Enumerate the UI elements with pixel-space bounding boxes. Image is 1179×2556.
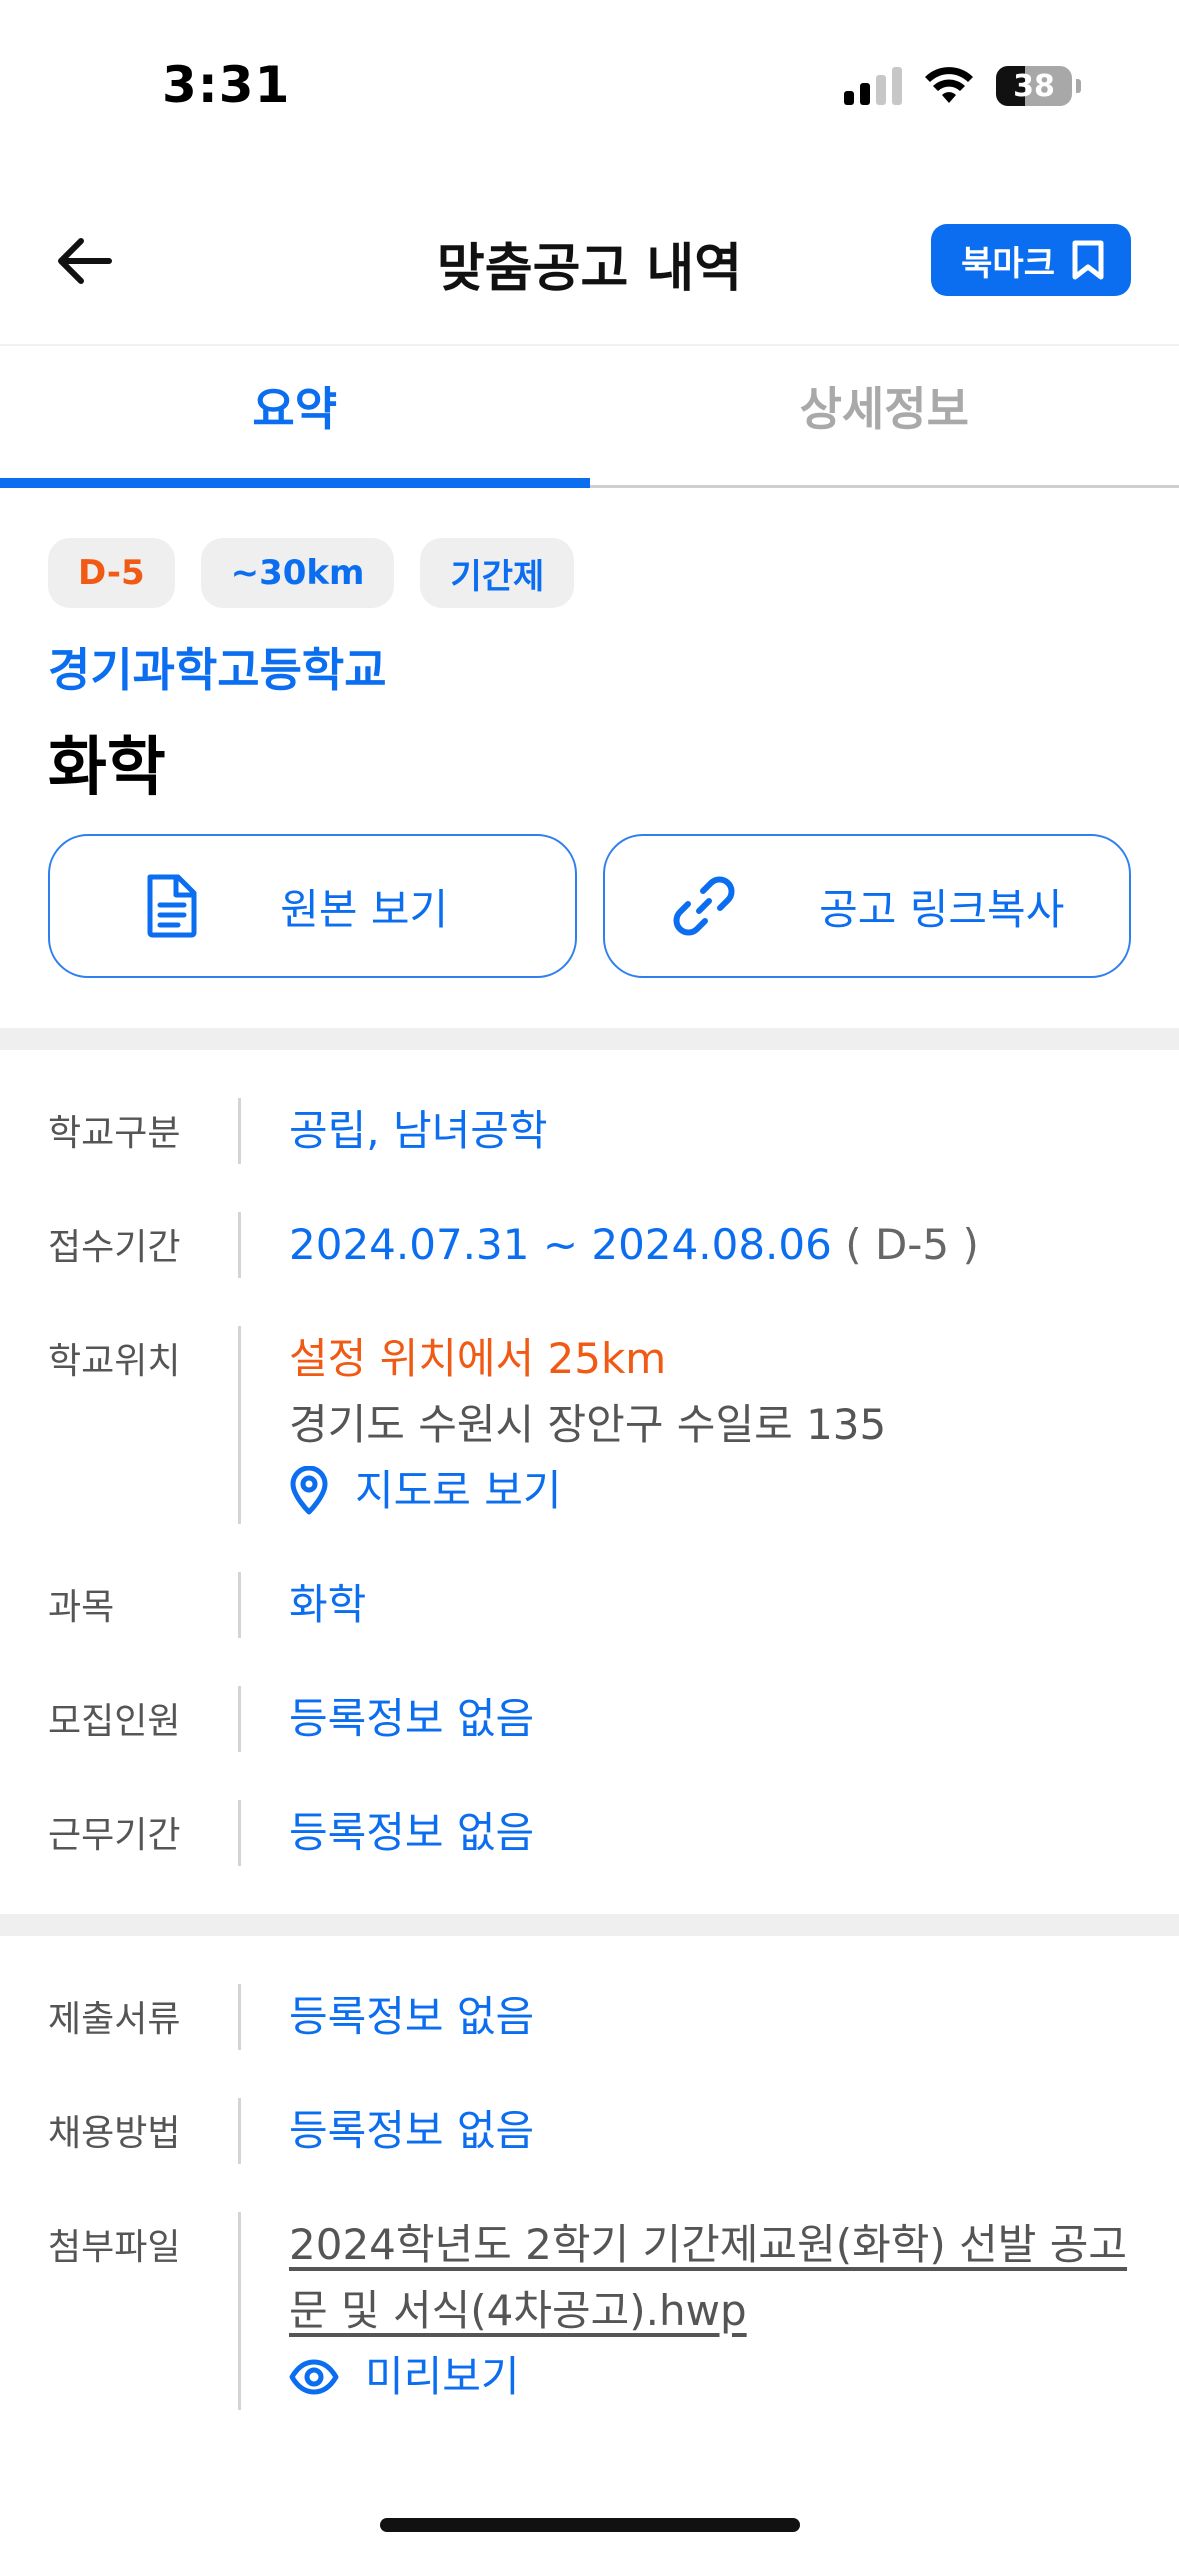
subject-value: 화학 [238,1572,1179,1638]
info-label: 채용방법 [48,2113,181,2154]
view-original-button[interactable]: 원본 보기 [48,834,577,978]
bookmark-button[interactable]: 북마크 [931,224,1131,296]
application-d-day: ( D-5 ) [845,1220,979,1269]
info-label: 제출서류 [48,1999,181,2040]
school-name: 경기과학고등학교 [48,643,387,697]
battery-icon: 38 [996,66,1072,106]
distance-text: 설정 위치에서 25km [289,1334,667,1383]
view-original-label: 원본 보기 [280,884,449,934]
info-row-school-type: 학교구분 공립, 남녀공학 [0,1098,1179,1164]
address-text: 경기도 수원시 장안구 수일로 135 [289,1400,887,1449]
location-pin-icon [290,1466,328,1515]
work-period-value: 등록정보 없음 [238,1800,1179,1866]
tab-summary[interactable]: 요약 [0,346,590,485]
copy-link-label: 공고 링크복사 [819,884,1065,934]
school-type-value: 공립, 남녀공학 [238,1098,1179,1164]
info-row-hiring-method: 채용방법 등록정보 없음 [0,2098,1179,2164]
wifi-icon [925,67,973,103]
info-row-documents: 제출서류 등록정보 없음 [0,1984,1179,2050]
extra-info-section: 제출서류 등록정보 없음 채용방법 등록정보 없음 첨부파일 2024학년도 2… [0,1984,1179,2458]
document-icon [147,874,197,938]
info-label: 학교위치 [48,1341,181,1382]
recruit-count-value: 등록정보 없음 [238,1686,1179,1752]
info-label: 첨부파일 [48,2227,181,2268]
section-divider [0,1028,1179,1050]
application-period-dates: 2024.07.31 ~ 2024.08.06 [289,1220,832,1269]
eye-icon [289,2359,339,2395]
home-indicator[interactable] [380,2518,800,2532]
distance-badge: ~30km [200,538,395,608]
view-map-label: 지도로 보기 [355,1466,562,1515]
bookmark-icon [1072,240,1104,280]
employment-type-badge: 기간제 [420,538,575,608]
tab-bar: 요약 상세정보 [0,344,1179,488]
application-period-value: 2024.07.31 ~ 2024.08.06 ( D-5 ) [238,1212,1179,1278]
header: 맞춤공고 내역 북마크 [0,200,1179,340]
copy-link-button[interactable]: 공고 링크복사 [602,834,1131,978]
info-label: 학교구분 [48,1113,181,1154]
info-row-subject: 과목 화학 [0,1572,1179,1638]
info-row-recruit-count: 모집인원 등록정보 없음 [0,1686,1179,1752]
info-label: 모집인원 [48,1701,181,1742]
documents-value: 등록정보 없음 [238,1984,1179,2050]
attachment-value: 2024학년도 2학기 기간제교원(화학) 선발 공고문 및 서식(4차공고).… [238,2212,1179,2410]
info-label: 접수기간 [48,1227,181,1268]
info-label: 근무기간 [48,1815,181,1856]
info-row-attachment: 첨부파일 2024학년도 2학기 기간제교원(화학) 선발 공고문 및 서식(4… [0,2212,1179,2410]
cellular-signal-icon [844,67,902,105]
info-section: 학교구분 공립, 남녀공학 접수기간 2024.07.31 ~ 2024.08.… [0,1098,1179,1914]
bookmark-label: 북마크 [961,243,1055,284]
preview-label: 미리보기 [365,2352,520,2401]
hiring-method-value: 등록정보 없음 [238,2098,1179,2164]
section-divider [0,1914,1179,1936]
d-day-badge: D-5 [48,538,175,608]
battery-level: 38 [1013,68,1055,104]
info-row-application-period: 접수기간 2024.07.31 ~ 2024.08.06 ( D-5 ) [0,1212,1179,1278]
status-time: 3:31 [162,56,291,114]
link-icon [673,876,735,936]
tab-details[interactable]: 상세정보 [590,346,1179,485]
attachment-file-link[interactable]: 2024학년도 2학기 기간제교원(화학) 선발 공고문 및 서식(4차공고).… [289,2212,1131,2344]
tab-indicator [0,478,590,488]
info-row-work-period: 근무기간 등록정보 없음 [0,1800,1179,1866]
badge-row: D-5 ~30km 기간제 [48,538,575,608]
status-bar: 3:31 38 [0,0,1179,160]
info-label: 과목 [48,1587,115,1628]
preview-link[interactable]: 미리보기 [289,2344,1131,2410]
school-location-value: 설정 위치에서 25km 경기도 수원시 장안구 수일로 135 지도로 보기 [238,1326,1179,1524]
view-map-link[interactable]: 지도로 보기 [289,1458,1131,1524]
status-icons: 38 [844,66,1081,106]
info-row-school-location: 학교위치 설정 위치에서 25km 경기도 수원시 장안구 수일로 135 지도… [0,1326,1179,1524]
action-row: 원본 보기 공고 링크복사 [48,834,1131,978]
subject-title: 화학 [48,731,166,805]
